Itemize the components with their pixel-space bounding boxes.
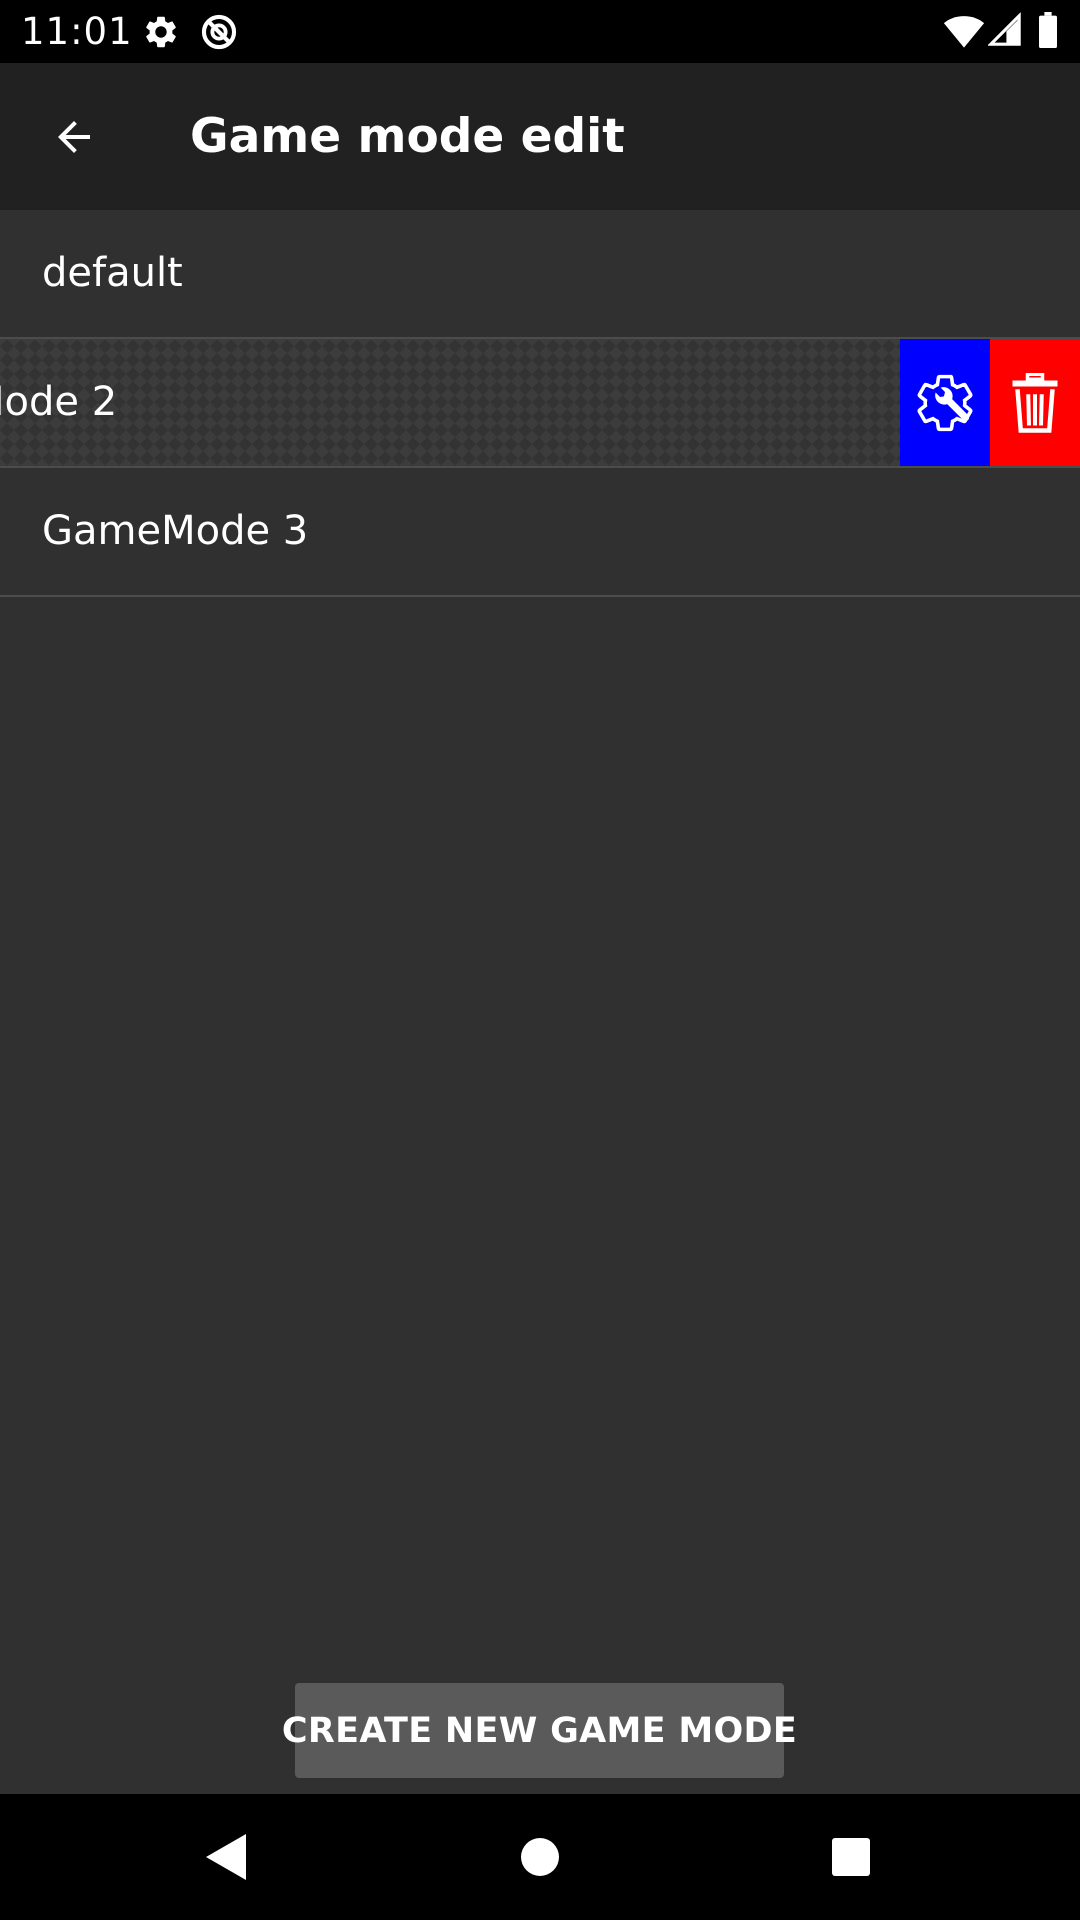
list-item-swiped[interactable]: Mode 2: [0, 339, 1080, 468]
nav-back-button[interactable]: [192, 1824, 258, 1890]
edit-game-mode-button[interactable]: [900, 339, 990, 466]
app-bar: Game mode edit: [0, 63, 1080, 210]
sync-icon: [201, 14, 237, 50]
back-button[interactable]: [34, 105, 114, 169]
arrow-back-icon: [58, 121, 90, 153]
status-time: 11:01: [21, 10, 133, 53]
trash-icon: [1012, 372, 1058, 433]
nav-back-icon: [206, 1834, 246, 1880]
list-item-label: GameMode 3: [42, 508, 309, 554]
battery-icon: [1039, 12, 1057, 48]
list-item-label: Mode 2: [0, 379, 118, 425]
delete-game-mode-button[interactable]: [990, 339, 1080, 466]
nav-recents-button[interactable]: [818, 1824, 884, 1890]
list-item[interactable]: default: [0, 210, 1080, 339]
settings-icon: [146, 16, 176, 48]
create-new-game-mode-button[interactable]: CREATE NEW GAME MODE: [282, 1683, 797, 1778]
page-title: Game mode edit: [190, 109, 625, 164]
nav-recents-icon: [832, 1838, 870, 1876]
list-item[interactable]: GameMode 3: [0, 468, 1080, 597]
list-item-label: default: [42, 250, 183, 296]
wifi-icon: [943, 16, 985, 48]
navigation-bar: [0, 1794, 1080, 1920]
nav-home-icon: [521, 1838, 559, 1876]
status-bar: 11:01: [0, 0, 1080, 63]
signal-icon: [988, 12, 1021, 46]
game-mode-list: default Mode 2 GameMode 3: [0, 210, 1080, 597]
nav-home-button[interactable]: [507, 1824, 573, 1890]
settings-wrench-icon: [917, 374, 973, 431]
